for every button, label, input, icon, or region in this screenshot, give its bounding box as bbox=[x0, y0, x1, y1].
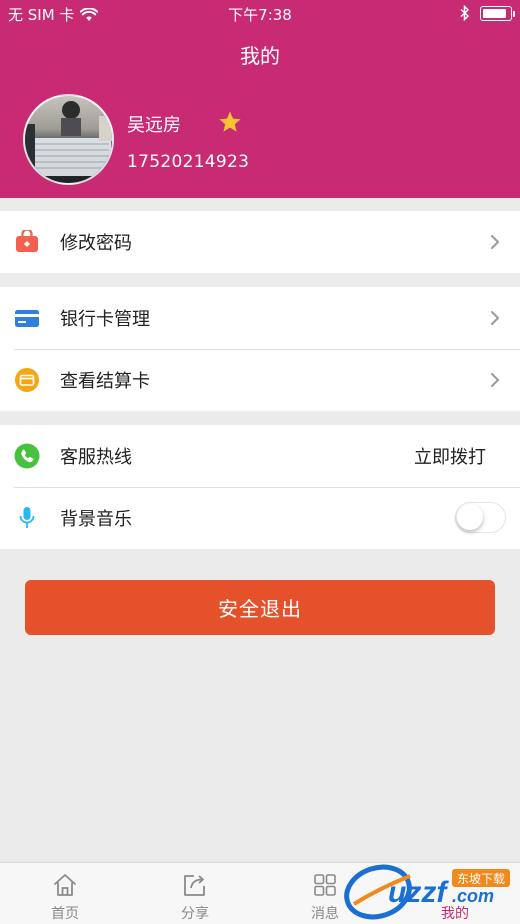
bluetooth-icon bbox=[460, 5, 470, 21]
site-watermark: uzzf .com 东坡下载 bbox=[344, 864, 510, 920]
user-name: 吴远房 bbox=[127, 115, 181, 136]
call-now-button[interactable]: 立即拨打 bbox=[414, 443, 486, 469]
row-change-password[interactable]: 修改密码 bbox=[0, 211, 520, 273]
lock-briefcase-icon bbox=[14, 229, 40, 255]
home-icon bbox=[54, 874, 76, 896]
tab-label: 首页 bbox=[51, 906, 79, 922]
row-label: 背景音乐 bbox=[60, 509, 132, 530]
svg-text:.com: .com bbox=[452, 886, 494, 906]
bank-card-icon bbox=[14, 305, 40, 331]
chevron-right-icon bbox=[491, 311, 499, 325]
row-label: 修改密码 bbox=[60, 233, 132, 254]
avatar-photo bbox=[25, 101, 112, 183]
settings-group-cards: 银行卡管理 查看结算卡 bbox=[0, 287, 520, 411]
row-customer-hotline[interactable]: 客服热线 立即拨打 bbox=[0, 425, 520, 487]
row-label: 银行卡管理 bbox=[60, 309, 150, 330]
wallet-card-icon bbox=[14, 367, 40, 393]
row-background-music: 背景音乐 bbox=[0, 487, 520, 549]
watermark-subtext: 东坡下载 bbox=[457, 872, 505, 886]
page-title: 我的 bbox=[240, 44, 280, 68]
row-label: 客服热线 bbox=[60, 447, 132, 468]
status-right bbox=[460, 5, 515, 21]
tab-share[interactable]: 分享 bbox=[130, 863, 260, 924]
battery-fill bbox=[483, 8, 506, 18]
chevron-right-icon bbox=[491, 373, 499, 387]
user-phone: 17520214923 bbox=[127, 152, 250, 172]
status-bar: 无 SIM 卡 下午7:38 bbox=[0, 0, 520, 28]
background-music-toggle[interactable] bbox=[455, 502, 506, 533]
settings-group-account: 修改密码 bbox=[0, 211, 520, 273]
share-icon bbox=[184, 875, 205, 896]
avatar[interactable] bbox=[23, 94, 114, 185]
tab-home[interactable]: 首页 bbox=[0, 863, 130, 924]
logout-button[interactable]: 安全退出 bbox=[25, 580, 495, 635]
microphone-icon bbox=[14, 505, 40, 531]
chevron-right-icon bbox=[491, 235, 499, 249]
row-view-settlement-card[interactable]: 查看结算卡 bbox=[0, 349, 520, 411]
phone-icon bbox=[14, 443, 40, 469]
tab-label: 消息 bbox=[311, 906, 339, 922]
svg-text:uzzf: uzzf bbox=[388, 876, 449, 909]
row-bank-card-management[interactable]: 银行卡管理 bbox=[0, 287, 520, 349]
message-grid-icon bbox=[314, 874, 336, 896]
toggle-knob bbox=[457, 504, 483, 530]
tab-label: 分享 bbox=[181, 906, 209, 922]
star-icon bbox=[219, 111, 241, 132]
row-label: 查看结算卡 bbox=[60, 371, 150, 392]
status-time: 下午7:38 bbox=[228, 6, 292, 24]
battery-icon bbox=[480, 5, 515, 21]
settings-group-service: 客服热线 立即拨打 背景音乐 bbox=[0, 425, 520, 549]
profile-header: 无 SIM 卡 下午7:38 我的 吴远房 17520214923 bbox=[0, 0, 520, 198]
